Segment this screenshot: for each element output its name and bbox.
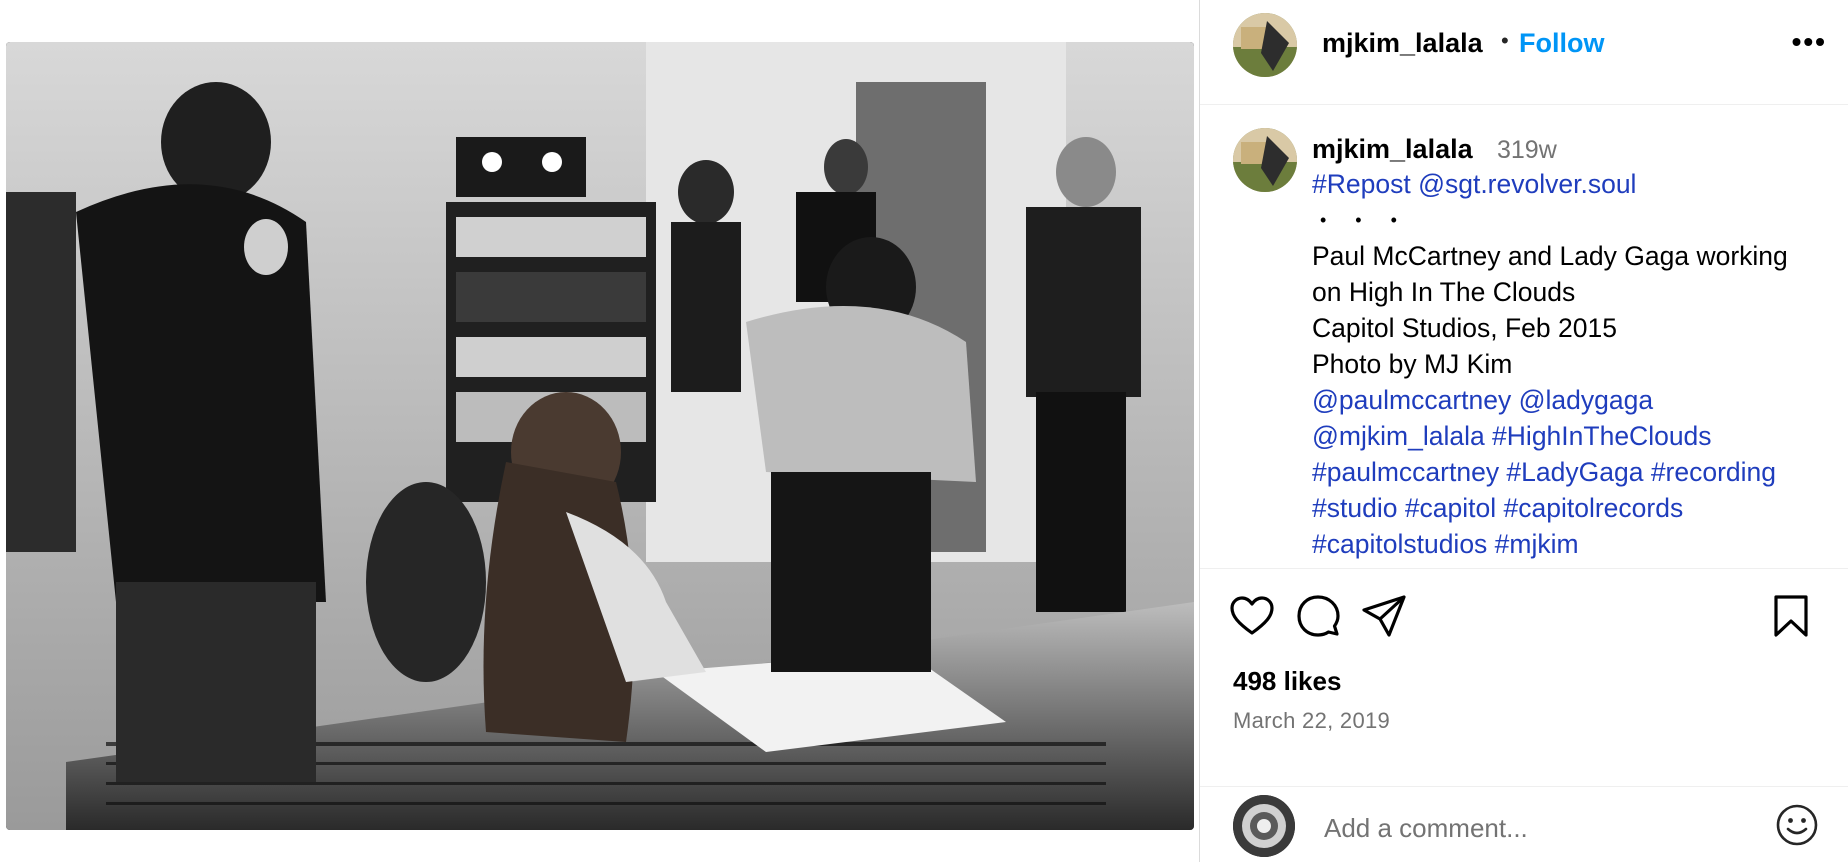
caption-line: Capitol Studios, Feb 2015	[1312, 313, 1617, 343]
comment-input[interactable]	[1322, 809, 1746, 847]
comment-composer	[1200, 786, 1848, 863]
action-bar	[1200, 592, 1848, 652]
bookmark-icon[interactable]	[1767, 592, 1815, 640]
caption-line[interactable]: #paulmccartney #LadyGaga #recording	[1312, 454, 1837, 490]
separator-dot: •	[1501, 28, 1509, 53]
caption-username[interactable]: mjkim_lalala	[1312, 134, 1473, 165]
follow-button[interactable]: Follow	[1519, 28, 1604, 59]
post-date[interactable]: March 22, 2019	[1233, 708, 1390, 734]
studio-photo-illustration	[6, 42, 1194, 830]
caption-line[interactable]: @mjkim_lalala #HighInTheClouds	[1312, 418, 1837, 454]
post-age[interactable]: 319w	[1497, 136, 1557, 165]
caption-line[interactable]: #capitolstudios #mjkim	[1312, 526, 1837, 562]
caption-section: mjkim_lalala 319w #Repost @sgt.revolver.…	[1200, 104, 1848, 569]
post-side-panel: mjkim_lalala • Follow ••• mjkim_lalala 3…	[1199, 0, 1848, 862]
post-photo[interactable]	[6, 42, 1194, 830]
viewer-avatar	[1233, 795, 1295, 857]
post-media-area	[0, 0, 1200, 862]
heart-icon[interactable]	[1228, 592, 1276, 640]
caption-text: #Repost @sgt.revolver.soul • • • Paul Mc…	[1312, 166, 1837, 562]
caption-author-avatar[interactable]	[1233, 128, 1297, 192]
comment-icon[interactable]	[1294, 592, 1342, 640]
author-avatar[interactable]	[1233, 13, 1297, 77]
more-options-icon[interactable]: •••	[1792, 26, 1827, 58]
caption-line: Photo by MJ Kim	[1312, 349, 1513, 379]
caption-line: on High In The Clouds	[1312, 277, 1576, 307]
caption-line: Paul McCartney and Lady Gaga working	[1312, 241, 1788, 271]
likes-count[interactable]: 498 likes	[1233, 666, 1341, 697]
smiley-icon[interactable]	[1775, 803, 1819, 847]
caption-line[interactable]: #Repost @sgt.revolver.soul	[1312, 166, 1837, 202]
caption-line: • • •	[1320, 210, 1409, 230]
post-header: mjkim_lalala • Follow •••	[1200, 0, 1848, 105]
share-icon[interactable]	[1360, 592, 1408, 640]
caption-line[interactable]: @paulmccartney @ladygaga	[1312, 382, 1837, 418]
caption-line[interactable]: #studio #capitol #capitolrecords	[1312, 490, 1837, 526]
author-username[interactable]: mjkim_lalala	[1322, 28, 1483, 59]
